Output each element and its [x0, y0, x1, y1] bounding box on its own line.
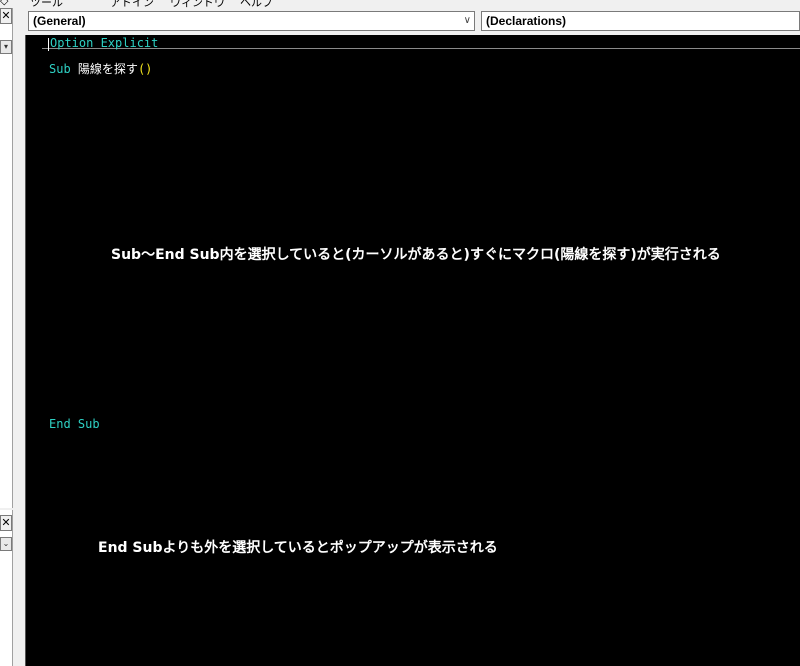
- code-line-end-sub[interactable]: End Sub: [49, 417, 100, 431]
- sub-name: 陽線を探す: [77, 62, 138, 76]
- code-window-header: (General) ∨ (Declarations): [26, 8, 800, 35]
- toggle-folders-icon[interactable]: ▾: [0, 40, 12, 54]
- code-line-sub[interactable]: Sub 陽線を探す(): [49, 60, 152, 77]
- annotation-outside-sub: End Subよりも外を選択しているとポップアップが表示される: [98, 540, 498, 556]
- object-dropdown[interactable]: (General) ∨: [28, 11, 475, 31]
- code-editor[interactable]: Option Explicit Sub 陽線を探す() Sub～End Sub内…: [26, 35, 800, 666]
- menu-item[interactable]: ◇: [0, 0, 8, 7]
- close-icon[interactable]: ✕: [0, 515, 12, 531]
- procedure-dropdown[interactable]: (Declarations): [481, 11, 800, 31]
- annotation-inside-sub: Sub～End Sub内を選択していると(カーソルがあると)すぐにマクロ(陽線を…: [111, 247, 721, 263]
- menu-bar: ◇ ツール アドイン ウィンドウ ヘルプ: [0, 0, 800, 8]
- code-line-option-explicit[interactable]: Option Explicit: [50, 36, 158, 50]
- properties-pane: [0, 510, 13, 666]
- menu-item-tools[interactable]: ツール: [30, 0, 63, 8]
- menu-item-window[interactable]: ウィンドウ: [170, 0, 225, 8]
- project-explorer-pane: [0, 8, 13, 508]
- procedure-dropdown-value: (Declarations): [486, 14, 567, 28]
- close-icon[interactable]: ✕: [0, 8, 12, 24]
- chevron-down-icon[interactable]: ∨: [464, 12, 471, 30]
- sub-parens: (): [137, 62, 153, 76]
- editor-margin[interactable]: [26, 35, 40, 666]
- sub-keyword: Sub: [49, 62, 71, 76]
- menu-item-help[interactable]: ヘルプ: [240, 0, 273, 8]
- text-cursor: [48, 38, 49, 51]
- object-dropdown-value: (General): [33, 14, 86, 28]
- menu-item-addins[interactable]: アドイン: [110, 0, 154, 8]
- dropdown-icon[interactable]: ⌄: [0, 537, 12, 551]
